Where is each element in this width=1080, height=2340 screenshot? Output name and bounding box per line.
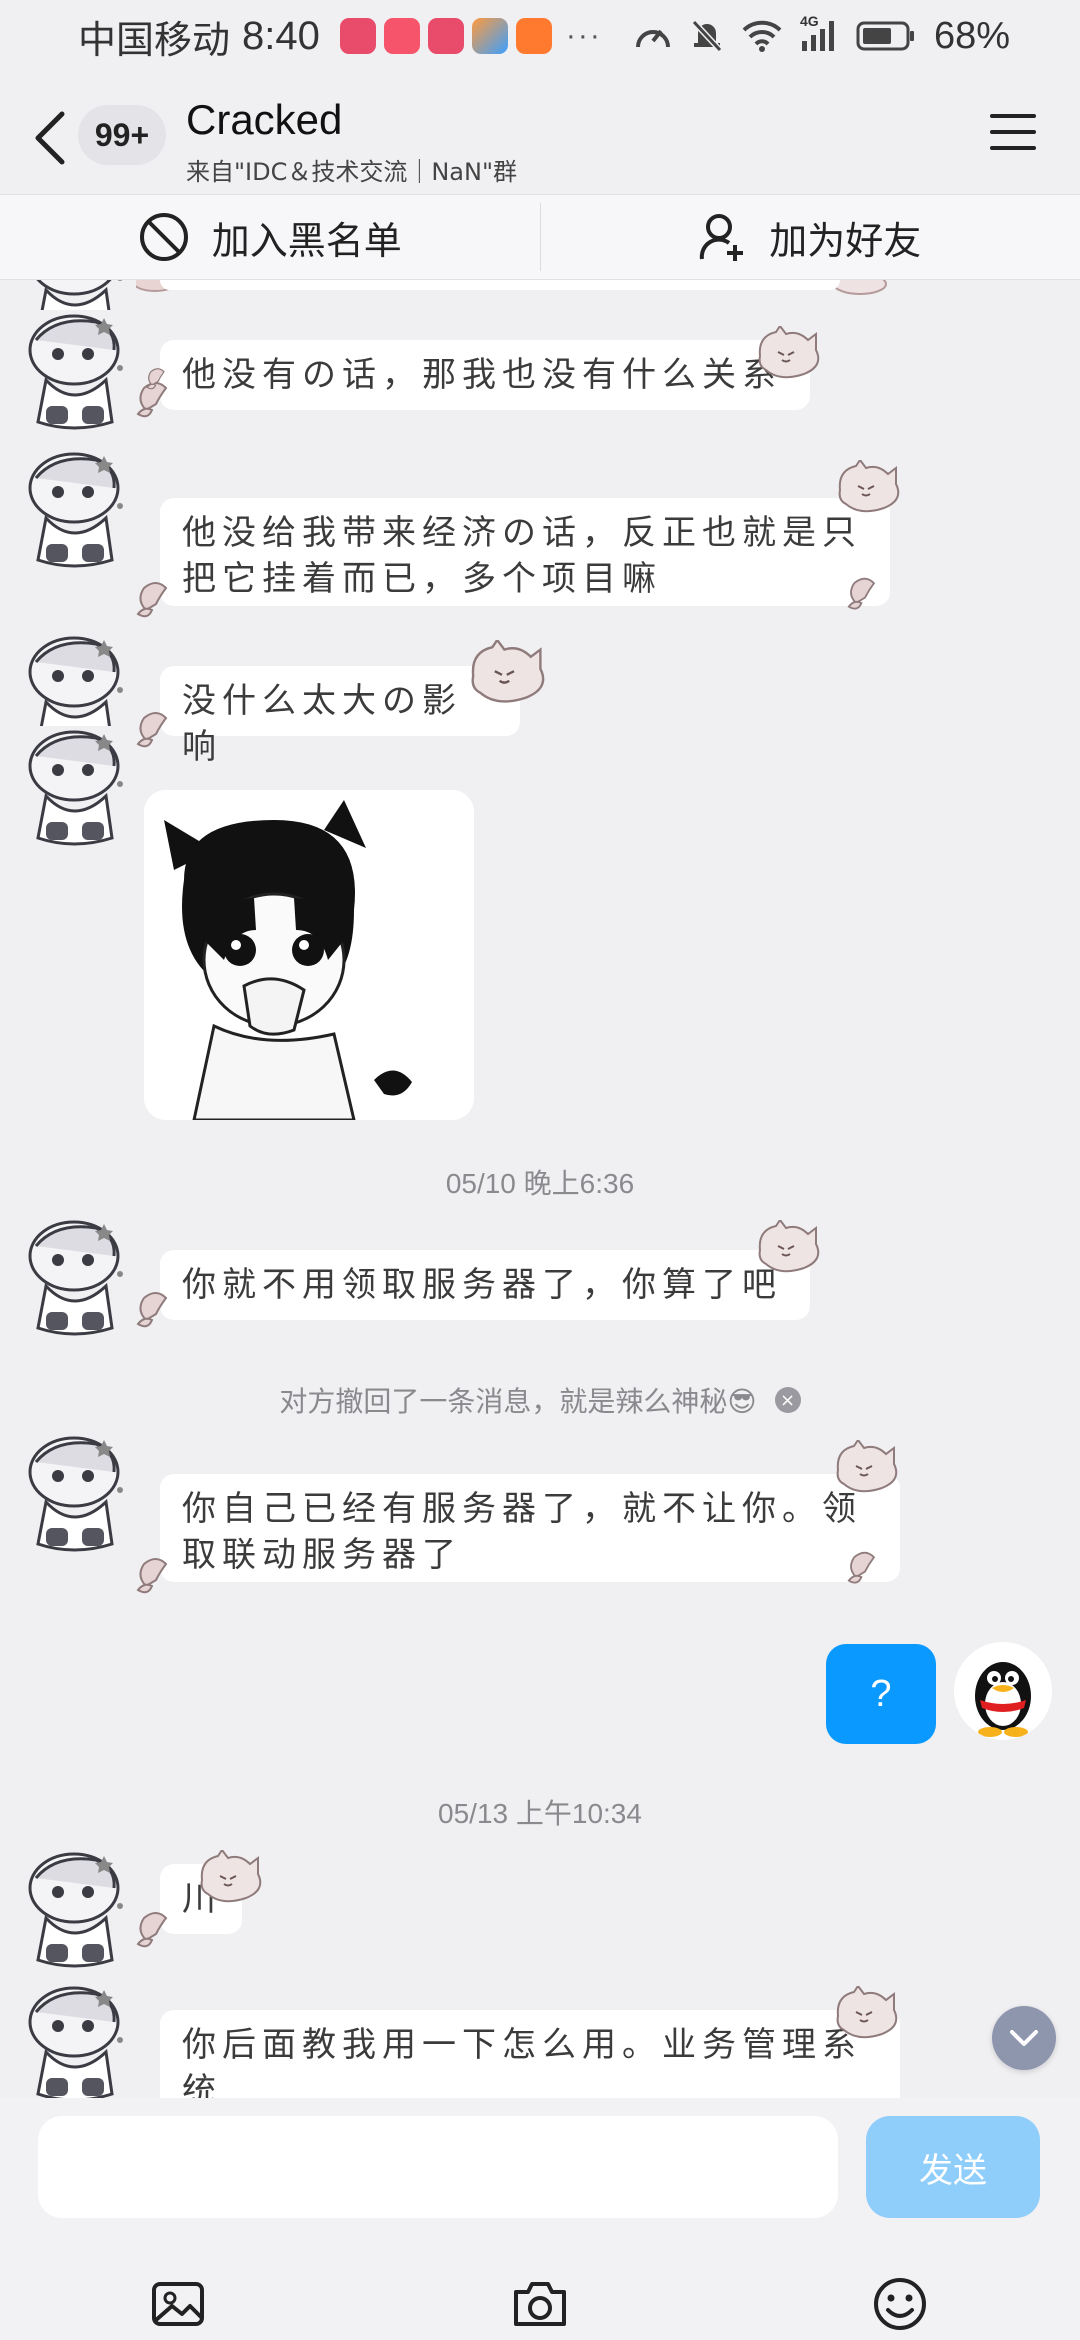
message-bubble[interactable]: 川 xyxy=(160,1864,242,1934)
message-bubble[interactable]: 他没有の话，那我也没有什么关系 xyxy=(160,340,810,410)
chat-header: 99+ Cracked 来自"IDC＆技术交流｜NaN"群 xyxy=(0,72,1080,194)
message-bubble[interactable]: 没什么太大の影响 xyxy=(160,666,520,767)
shop-notification-icon xyxy=(383,18,420,54)
message-bubble[interactable]: 你自己已经有服务器了，就不让你。领 取联动服务器了 xyxy=(160,1474,900,1582)
sender-avatar[interactable] xyxy=(16,1982,136,2098)
sticker-image[interactable] xyxy=(144,790,474,1120)
message-list[interactable]: 他没有の话，那我也没有什么关系 他没给我带来经济の话，反正也就是只 把它挂着而已… xyxy=(0,280,1080,2098)
app-notification-icon xyxy=(471,18,508,54)
message-text: 他没有の话，那我也没有什么关系 xyxy=(182,355,782,395)
sender-avatar[interactable] xyxy=(16,310,136,434)
back-icon[interactable] xyxy=(30,108,70,168)
blacklist-label: 加入黑名单 xyxy=(211,218,402,263)
more-notifications-icon: ··· xyxy=(565,19,602,52)
block-icon xyxy=(139,213,188,261)
my-message-bubble[interactable]: ? xyxy=(826,1644,936,1744)
app-notification-icon xyxy=(339,18,376,54)
message-text: 你就不用领取服务器了，你算了吧 xyxy=(182,1265,782,1305)
message-text-line: 取联动服务器了 xyxy=(182,1535,462,1575)
add-friend-label: 加为好友 xyxy=(769,218,922,263)
message-timestamp: 05/13 上午10:34 xyxy=(438,1798,642,1829)
status-bar: 中国移动 8:40 ··· 4G 68% xyxy=(0,0,1080,72)
emoji-icon[interactable] xyxy=(870,2276,930,2332)
message-timestamp: 05/10 晚上6:36 xyxy=(445,1168,635,1199)
sender-avatar[interactable] xyxy=(16,1432,136,1556)
image-picker-icon[interactable] xyxy=(150,2276,210,2332)
scroll-to-bottom-button[interactable] xyxy=(992,2006,1056,2070)
recall-notice: 对方撤回了一条消息，就是辣么神秘😎 × xyxy=(0,1380,1080,1420)
send-button[interactable]: 发送 xyxy=(866,2116,1040,2218)
message-text-line: 统 xyxy=(182,2071,222,2098)
menu-icon[interactable] xyxy=(990,114,1036,154)
chevron-down-icon xyxy=(1010,2030,1038,2046)
message-text-line: 把它挂着而已，多个项目嘛 xyxy=(182,559,662,599)
message-bubble[interactable]: 你后面教我用一下怎么用。业务管理系 统 xyxy=(160,2010,900,2098)
message-bubble[interactable]: 他没给我带来经济の话，反正也就是只 把它挂着而已，多个项目嘛 xyxy=(160,498,890,606)
speed-icon xyxy=(635,29,670,48)
add-to-blacklist-button[interactable]: 加入黑名单 xyxy=(0,195,540,279)
message-text: 川 xyxy=(182,1879,222,1919)
message-text: 没什么太大の影响 xyxy=(182,681,462,767)
battery-icon xyxy=(856,21,914,51)
add-user-icon xyxy=(700,214,744,261)
chat-title: Cracked xyxy=(186,96,343,143)
add-friend-button[interactable]: 加为好友 xyxy=(541,195,1080,279)
mute-bell-icon xyxy=(691,19,723,53)
unread-count-badge[interactable]: 99+ xyxy=(78,105,166,165)
sender-avatar[interactable] xyxy=(16,1848,136,1972)
camera-icon[interactable] xyxy=(510,2276,570,2332)
app-notification-icon xyxy=(427,18,464,54)
message-input[interactable] xyxy=(38,2116,838,2218)
stranger-action-bar: 加入黑名单 加为好友 xyxy=(0,194,1080,280)
sender-avatar[interactable] xyxy=(16,448,136,572)
wifi-icon xyxy=(742,20,782,52)
message-text-line: 你自己已经有服务器了，就不让你。领 xyxy=(182,1489,862,1529)
battery-percentage: 68% xyxy=(933,14,1010,57)
chat-subtitle: 来自"IDC＆技术交流｜NaN"群 xyxy=(186,158,518,186)
sender-avatar[interactable] xyxy=(16,1216,136,1340)
message-text-line: 你后面教我用一下怎么用。业务管理系 xyxy=(182,2025,862,2065)
input-bar: 发送 xyxy=(0,2098,1080,2340)
signal-icon: 4G xyxy=(800,13,838,53)
status-time: 8:40 xyxy=(242,13,320,58)
app-notification-icon xyxy=(515,18,552,54)
recall-notice-text: 对方撤回了一条消息，就是辣么神秘😎 xyxy=(279,1385,757,1418)
carrier-label: 中国移动 xyxy=(78,19,231,62)
close-icon[interactable]: × xyxy=(774,1387,801,1413)
my-avatar[interactable] xyxy=(954,1642,1052,1740)
message-text-line: 他没给我带来经济の话，反正也就是只 xyxy=(182,513,862,553)
notification-icons: ··· xyxy=(339,18,602,54)
message-bubble[interactable]: 你就不用领取服务器了，你算了吧 xyxy=(160,1250,810,1320)
message-bubble-partial xyxy=(160,280,840,290)
sender-avatar[interactable] xyxy=(16,726,136,850)
